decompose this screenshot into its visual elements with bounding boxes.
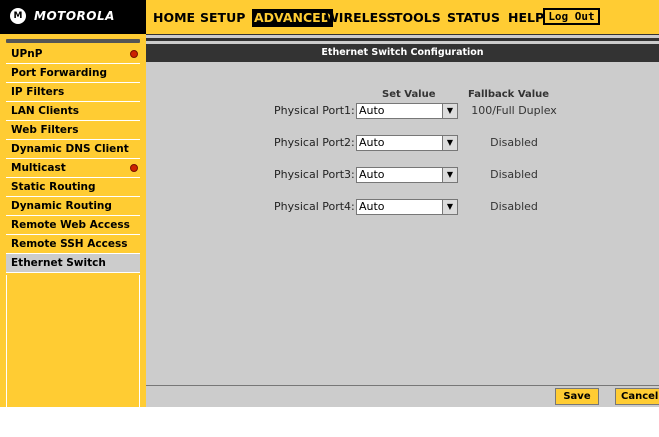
sidebar-item-label: IP Filters: [11, 86, 65, 98]
sidebar-item-web-filters[interactable]: Web Filters: [6, 121, 140, 140]
sidebar-item-label: Multicast: [11, 162, 66, 174]
dropdown-arrow-icon[interactable]: ▼: [442, 168, 457, 182]
column-header-set-value: Set Value: [382, 89, 436, 100]
main-content: Ethernet Switch Configuration Set Value …: [146, 35, 659, 407]
port2-label: Physical Port2:: [274, 136, 355, 149]
port2-fallback: Disabled: [490, 136, 538, 149]
sidebar-item-dynamic-routing[interactable]: Dynamic Routing: [6, 197, 140, 216]
port3-fallback: Disabled: [490, 168, 538, 181]
dropdown-arrow-icon[interactable]: ▼: [442, 200, 457, 214]
alert-dot-icon: [130, 50, 138, 58]
column-header-fallback-value: Fallback Value: [468, 89, 550, 100]
port3-label: Physical Port3:: [274, 168, 355, 181]
port3-select[interactable]: Auto ▼: [356, 167, 458, 183]
port3-select-value: Auto: [359, 168, 385, 181]
motorola-badge-icon: M: [10, 8, 26, 24]
motorola-wordmark: MOTOROLA: [34, 9, 115, 23]
alert-dot-icon: [130, 164, 138, 172]
sidebar-empty-area: [6, 275, 140, 437]
sidebar-item-label: Dynamic DNS Client: [11, 143, 129, 155]
nav-setup[interactable]: SETUP: [198, 9, 247, 27]
sidebar-top-bar: [6, 39, 140, 43]
content-top-divider: [146, 38, 659, 41]
sidebar-item-static-routing[interactable]: Static Routing: [6, 178, 140, 197]
sidebar-item-label: Web Filters: [11, 124, 79, 136]
port1-fallback: 100/Full Duplex: [471, 104, 557, 117]
nav-home[interactable]: HOME: [151, 9, 197, 27]
port4-select[interactable]: Auto ▼: [356, 199, 458, 215]
sidebar-item-remote-ssh-access[interactable]: Remote SSH Access: [6, 235, 140, 254]
port4-select-value: Auto: [359, 200, 385, 213]
port1-label: Physical Port1:: [274, 104, 355, 117]
save-button[interactable]: Save: [555, 388, 599, 405]
port4-label: Physical Port4:: [274, 200, 355, 213]
sidebar: UPnP Port Forwarding IP Filters LAN Clie…: [0, 34, 146, 437]
sidebar-item-ethernet-switch[interactable]: Ethernet Switch: [6, 254, 140, 273]
motorola-logo: M MOTOROLA: [0, 0, 146, 34]
nav-status[interactable]: STATUS: [445, 9, 502, 27]
sidebar-item-upnp[interactable]: UPnP: [6, 45, 140, 64]
port2-select[interactable]: Auto ▼: [356, 135, 458, 151]
page-title: Ethernet Switch Configuration: [146, 44, 659, 62]
sidebar-item-ip-filters[interactable]: IP Filters: [6, 83, 140, 102]
top-navigation-bar: M MOTOROLA HOME SETUP ADVANCED WIRELESS …: [0, 0, 659, 34]
sidebar-menu: UPnP Port Forwarding IP Filters LAN Clie…: [6, 45, 140, 273]
port2-select-value: Auto: [359, 136, 385, 149]
port4-fallback: Disabled: [490, 200, 538, 213]
nav-wireless[interactable]: WIRELESS: [323, 9, 398, 27]
port1-select-value: Auto: [359, 104, 385, 117]
dropdown-arrow-icon[interactable]: ▼: [442, 136, 457, 150]
sidebar-item-lan-clients[interactable]: LAN Clients: [6, 102, 140, 121]
dropdown-arrow-icon[interactable]: ▼: [442, 104, 457, 118]
sidebar-item-label: Ethernet Switch: [11, 257, 106, 269]
port1-select[interactable]: Auto ▼: [356, 103, 458, 119]
nav-advanced[interactable]: ADVANCED: [252, 9, 334, 27]
sidebar-item-port-forwarding[interactable]: Port Forwarding: [6, 64, 140, 83]
sidebar-item-label: UPnP: [11, 48, 43, 60]
sidebar-item-multicast[interactable]: Multicast: [6, 159, 140, 178]
footer-divider: [146, 385, 659, 386]
sidebar-item-label: Remote Web Access: [11, 219, 130, 231]
sidebar-item-label: LAN Clients: [11, 105, 80, 117]
cancel-button[interactable]: Cancel: [615, 388, 659, 405]
sidebar-item-dynamic-dns-client[interactable]: Dynamic DNS Client: [6, 140, 140, 159]
sidebar-item-label: Port Forwarding: [11, 67, 107, 79]
sidebar-item-label: Dynamic Routing: [11, 200, 112, 212]
sidebar-item-remote-web-access[interactable]: Remote Web Access: [6, 216, 140, 235]
sidebar-item-label: Remote SSH Access: [11, 238, 128, 250]
nav-tools[interactable]: TOOLS: [392, 9, 443, 27]
logout-button[interactable]: Log Out: [543, 8, 600, 25]
sidebar-item-label: Static Routing: [11, 181, 96, 193]
nav-help[interactable]: HELP: [506, 9, 546, 27]
